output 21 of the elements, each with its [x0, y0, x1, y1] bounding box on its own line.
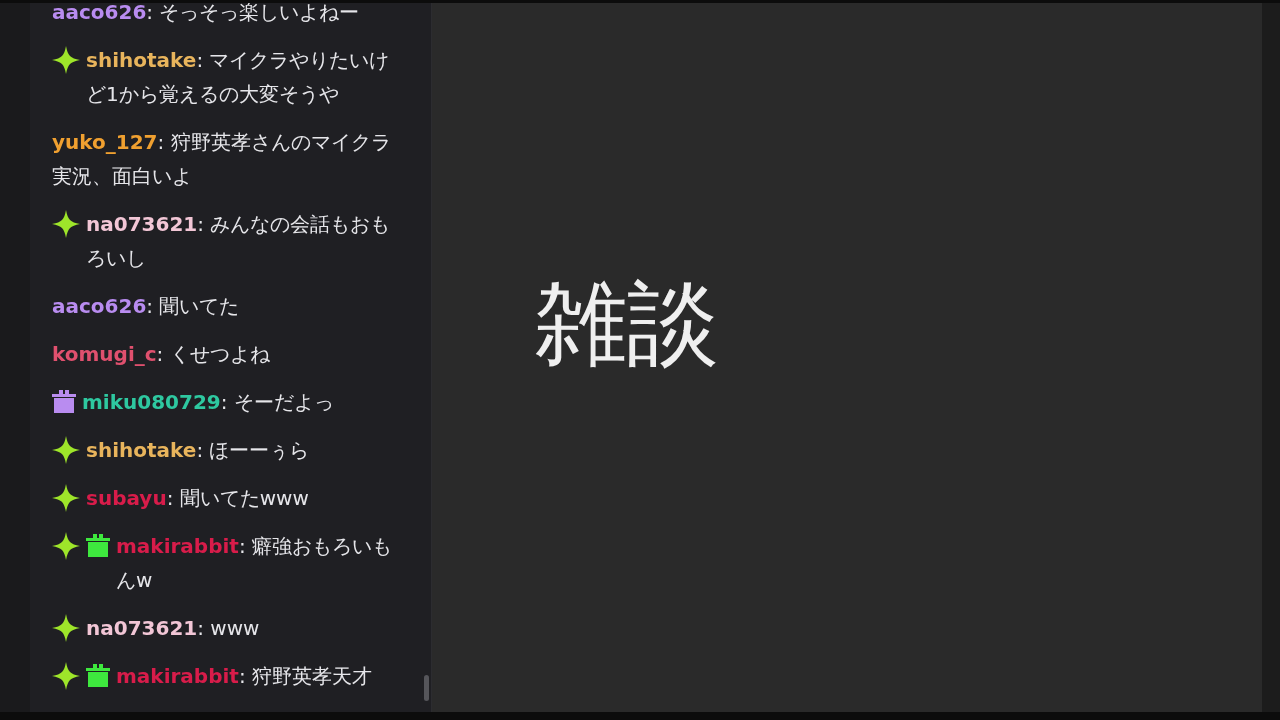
- chat-message: subayu: 聞いてたwww: [86, 485, 310, 512]
- chat-message: yuko_127: 狩野英孝さんのマイクラ実況、面白いよ: [52, 129, 392, 190]
- scrollbar-thumb[interactable]: [424, 675, 429, 701]
- chat-message: na073621: www: [86, 615, 261, 642]
- stream-title: 雑談: [535, 273, 719, 375]
- sparkle-icon: [52, 614, 80, 642]
- chat-message: na073621: みんなの会話もおもろいし: [86, 211, 392, 272]
- sparkle-icon: [52, 46, 80, 74]
- sparkle-icon: [52, 532, 80, 560]
- sparkle-icon: [52, 484, 80, 512]
- sparkle-icon: [52, 210, 80, 238]
- sparkle-icon: [52, 436, 80, 464]
- chat-message: komugi_c: くせつよね: [52, 341, 271, 368]
- chat-message: shihotake: ほーーぅら: [86, 437, 311, 464]
- sparkle-icon: [52, 662, 80, 690]
- chat-message: makirabbit: 狩野英孝天才: [116, 663, 373, 690]
- chat-message: miku080729: そーだよっ: [82, 389, 335, 416]
- chat-message: makirabbit: 癖強おもろいもんw: [116, 533, 393, 594]
- chat-message: shihotake: マイクラやりたいけど1から覚えるの大変そうや: [86, 47, 391, 108]
- chat-message: aaco626: 聞いてた: [52, 293, 241, 320]
- chat-message: aaco626: そっそっ楽しいよねー: [52, 3, 361, 26]
